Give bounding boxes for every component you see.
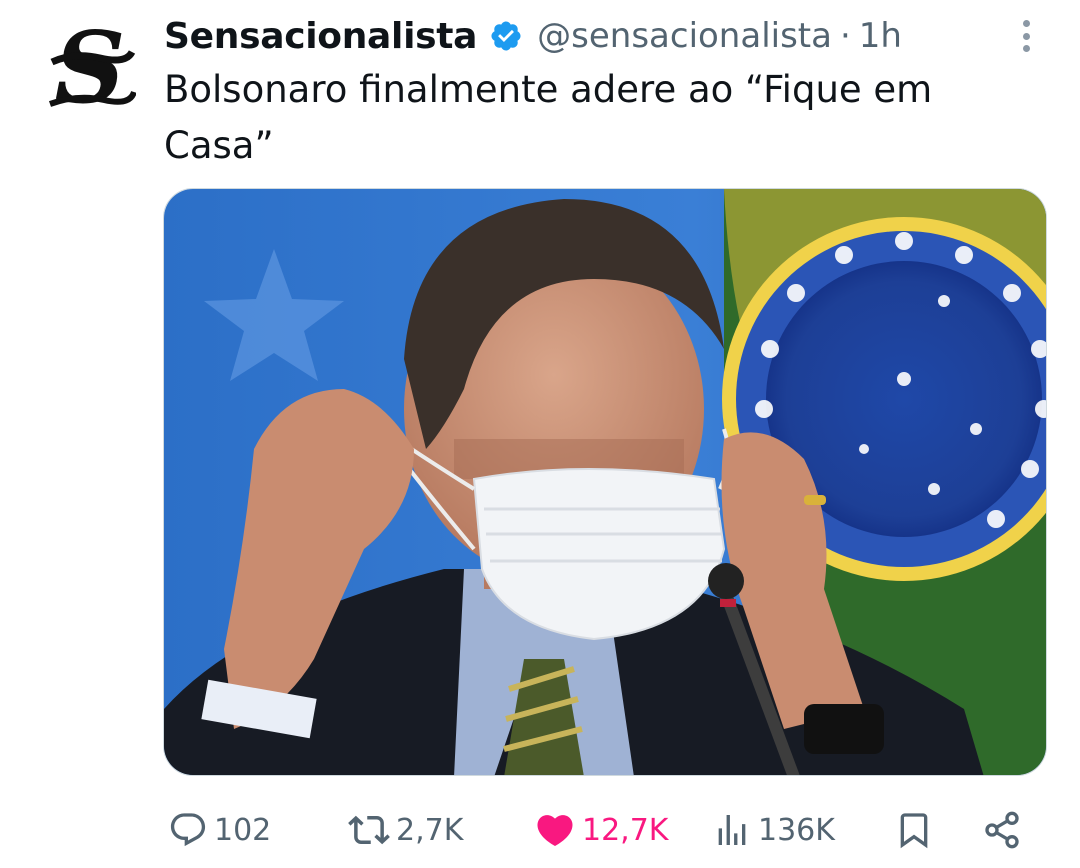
views-chart-icon	[718, 815, 746, 845]
retweet-icon	[348, 815, 390, 845]
views-count: 136K	[758, 812, 835, 848]
reply-count: 102	[214, 812, 272, 848]
share-button[interactable]	[982, 800, 1022, 860]
like-button[interactable]: 12,7K	[534, 800, 668, 860]
more-options-icon[interactable]	[1014, 14, 1038, 58]
tweet-media[interactable]	[163, 188, 1047, 776]
retweet-button[interactable]: 2,7K	[348, 800, 463, 860]
tweet-text: Bolsonaro finalmente adere ao “Fique em …	[164, 68, 933, 167]
display-name[interactable]: Sensacionalista	[164, 16, 477, 57]
views-button[interactable]: 136K	[712, 800, 835, 860]
sensacionalista-logo-icon: S	[48, 22, 136, 118]
bookmark-button[interactable]	[894, 800, 934, 860]
reply-button[interactable]: 102	[168, 800, 271, 860]
like-count: 12,7K	[582, 812, 669, 848]
separator-dot: ·	[839, 16, 851, 56]
share-icon	[985, 811, 1019, 849]
reply-icon	[170, 813, 206, 847]
tweet-header: Sensacionalista @sensacionalista · 1h	[164, 10, 970, 62]
post-time[interactable]: 1h	[859, 16, 902, 56]
bookmark-icon	[900, 813, 928, 849]
action-bar: 102 2,7K 12,7K 136K	[164, 800, 1024, 860]
verified-badge-icon	[491, 21, 521, 51]
media-photo	[164, 189, 1046, 775]
heart-filled-icon	[537, 815, 573, 847]
user-handle[interactable]: @sensacionalista	[537, 16, 832, 56]
retweet-count: 2,7K	[396, 812, 464, 848]
avatar[interactable]: S	[44, 22, 136, 118]
